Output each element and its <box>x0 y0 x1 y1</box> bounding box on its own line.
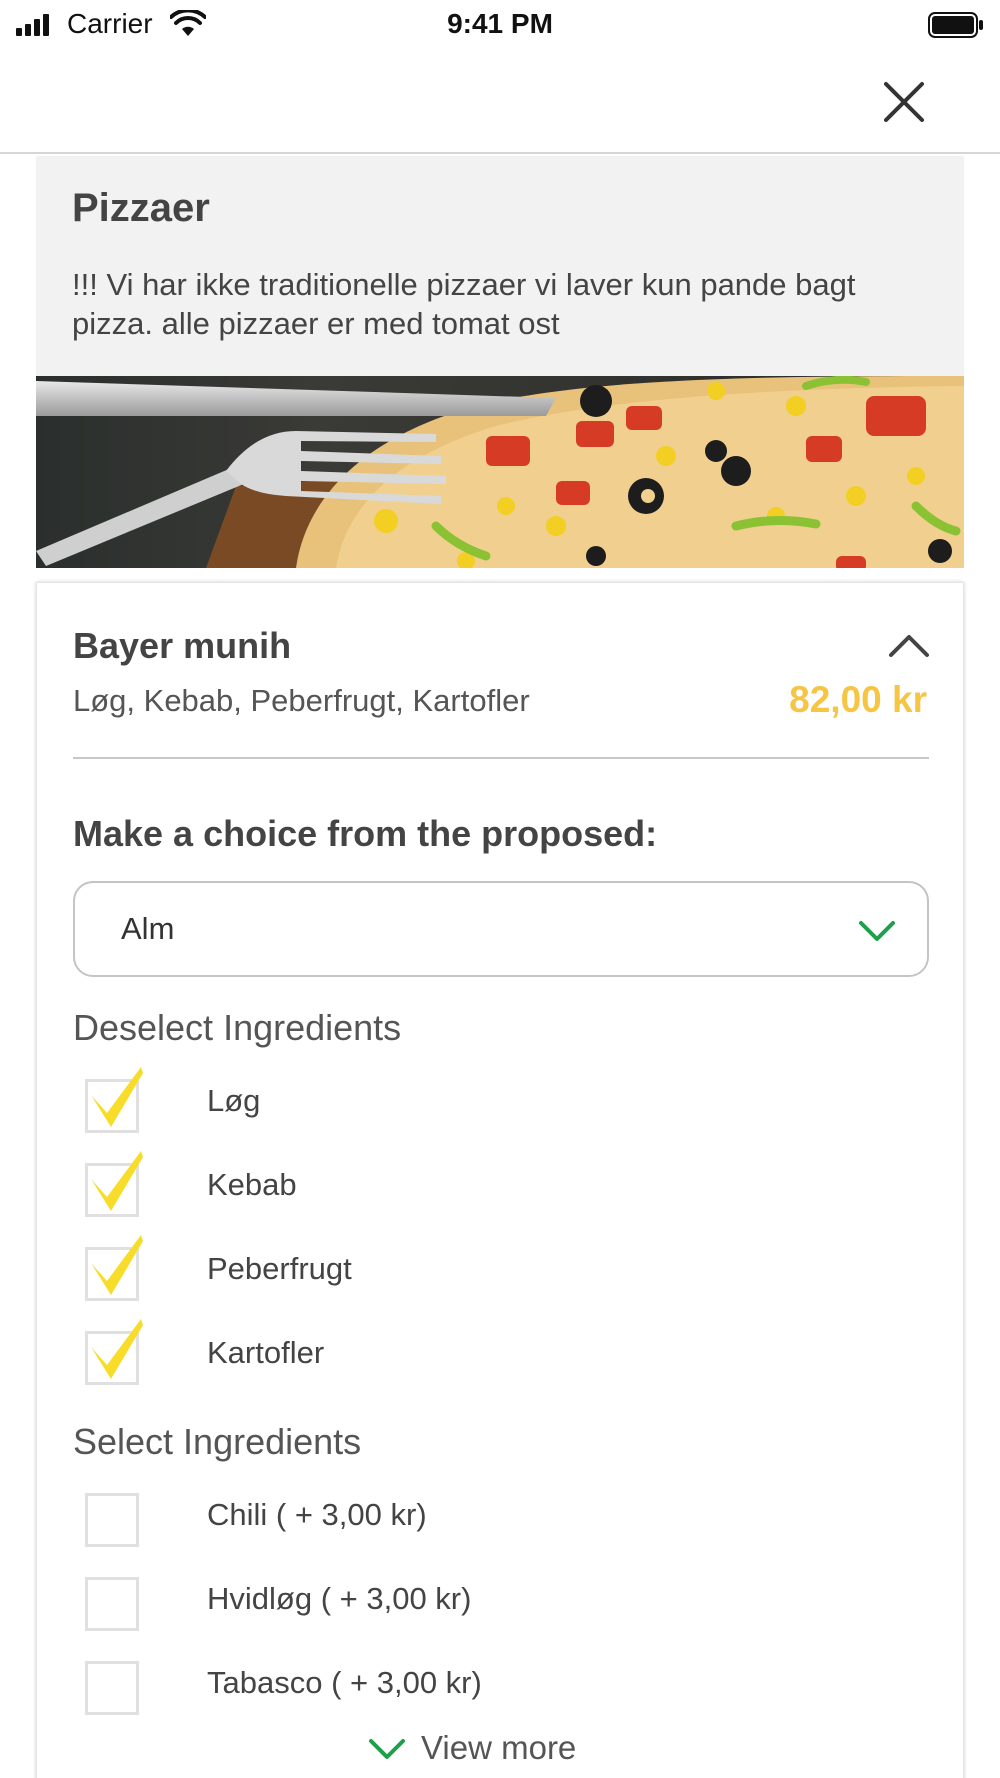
ingredient-label: Peberfrugt <box>207 1251 352 1286</box>
extra-ingredient-row[interactable]: Chili ( + 3,00 kr) <box>85 1489 785 1549</box>
category-description: !!! Vi har ikke traditionelle pizzaer vi… <box>72 267 856 341</box>
extra-ingredient-label: Chili ( + 3,00 kr) <box>207 1497 427 1532</box>
extra-ingredient-row[interactable]: Hvidløg ( + 3,00 kr) <box>85 1573 785 1633</box>
status-bar: Carrier 9:41 PM <box>0 0 1000 50</box>
category-section: Pizzaer !!! Vi har ikke traditionelle pi… <box>36 156 964 568</box>
extra-ingredient-label: Tabasco ( + 3,00 kr) <box>207 1665 482 1700</box>
chevron-down-icon <box>369 1739 405 1759</box>
checkbox[interactable] <box>85 1661 139 1715</box>
select-ingredients-title: Select Ingredients <box>73 1421 362 1462</box>
chevron-down-icon <box>859 921 895 941</box>
checkmark-icon <box>91 1151 143 1211</box>
ingredient-checkbox-row[interactable]: Kebab <box>85 1151 785 1219</box>
checkbox[interactable] <box>85 1493 139 1547</box>
ingredient-checkbox-row[interactable]: Kartofler <box>85 1319 785 1387</box>
variant-select-value: Alm <box>121 911 175 946</box>
variant-select[interactable]: Alm <box>73 881 929 977</box>
close-icon[interactable] <box>882 80 926 124</box>
pizza-image <box>36 376 964 568</box>
product-name: Bayer munih <box>73 625 292 666</box>
deselect-ingredients-title: Deselect Ingredients <box>73 1007 402 1048</box>
checkmark-icon <box>91 1235 143 1295</box>
divider <box>73 757 929 759</box>
checkmark-icon <box>91 1067 143 1127</box>
product-price: 82,00 kr <box>789 679 927 720</box>
checkbox[interactable] <box>85 1577 139 1631</box>
battery-icon <box>928 12 983 38</box>
checkmark-icon <box>91 1319 143 1379</box>
extra-ingredient-label: Hvidløg ( + 3,00 kr) <box>207 1581 472 1616</box>
category-title: Pizzaer <box>72 186 210 230</box>
product-ingredients: Løg, Kebab, Peberfrugt, Kartofler <box>73 683 530 718</box>
ingredient-checkbox-row[interactable]: Løg <box>85 1067 785 1135</box>
top-nav-bar <box>0 50 1000 154</box>
ingredient-label: Løg <box>207 1083 261 1118</box>
ingredient-checkbox-row[interactable]: Peberfrugt <box>85 1235 785 1303</box>
clock: 9:41 PM <box>447 8 553 39</box>
view-more-label: View more <box>421 1729 577 1766</box>
ingredient-label: Kartofler <box>207 1335 325 1370</box>
view-more-button[interactable]: View more <box>367 1725 607 1773</box>
ingredient-label: Kebab <box>207 1167 297 1202</box>
product-card: Bayer munih Løg, Kebab, Peberfrugt, Kart… <box>36 582 964 1778</box>
category-header: Pizzaer !!! Vi har ikke traditionelle pi… <box>36 156 964 376</box>
extra-ingredient-row[interactable]: Tabasco ( + 3,00 kr) <box>85 1657 785 1717</box>
choice-title: Make a choice from the proposed: <box>73 813 658 854</box>
chevron-up-icon[interactable] <box>887 627 931 661</box>
